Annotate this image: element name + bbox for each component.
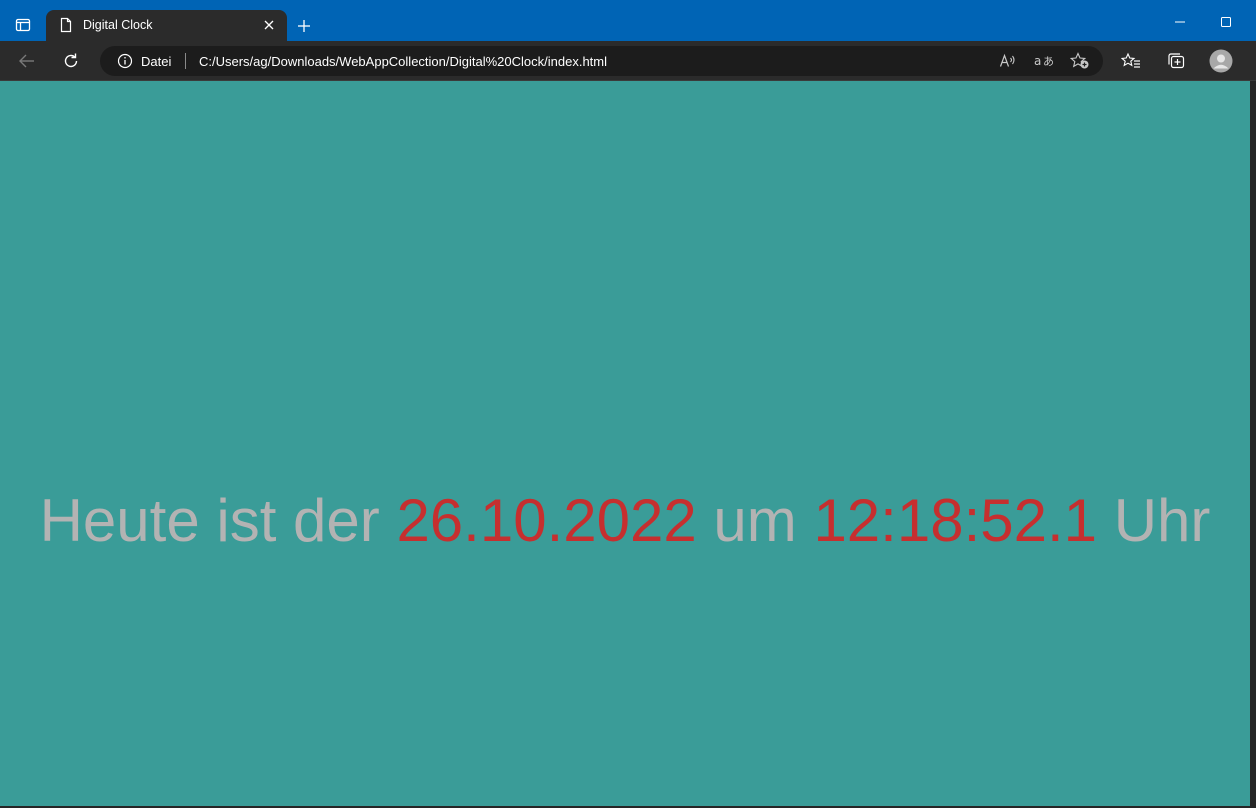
clock-prefix: Heute ist der: [39, 487, 380, 554]
translate-button[interactable]: a あ: [1034, 51, 1054, 71]
profile-avatar-icon: [1209, 49, 1233, 73]
tab-actions-button[interactable]: [8, 10, 38, 40]
collections-icon: [1168, 53, 1185, 69]
address-separator: [185, 53, 186, 69]
tab-title: Digital Clock: [83, 18, 153, 32]
page-viewport: Heute ist der 26.10.2022 um 12:18:52.1 U…: [0, 81, 1250, 806]
close-tab-button[interactable]: [261, 17, 277, 33]
protocol-label[interactable]: Datei: [141, 54, 171, 69]
new-tab-button[interactable]: [292, 14, 316, 38]
read-aloud-button[interactable]: [998, 51, 1018, 71]
clock-time: 12:18:52.1: [813, 487, 1098, 554]
info-icon[interactable]: [117, 53, 133, 69]
collections-button[interactable]: [1162, 47, 1190, 75]
refresh-icon: [64, 53, 78, 68]
favorites-button[interactable]: [1117, 47, 1145, 75]
plus-icon: [298, 20, 310, 32]
title-bar: Digital Clock: [0, 0, 1256, 41]
browser-toolbar: Datei C:/Users/ag/Downloads/WebAppCollec…: [0, 41, 1256, 81]
tab-actions-icon: [15, 18, 31, 32]
clock-date: 26.10.2022: [396, 487, 697, 554]
refresh-button[interactable]: [57, 47, 85, 75]
address-bar[interactable]: Datei C:/Users/ag/Downloads/WebAppCollec…: [100, 46, 1103, 76]
page-icon: [60, 17, 72, 33]
add-favorite-button[interactable]: [1070, 51, 1090, 71]
profile-button[interactable]: [1207, 47, 1235, 75]
svg-text:a: a: [1034, 54, 1041, 68]
clock-display: Heute ist der 26.10.2022 um 12:18:52.1 U…: [0, 486, 1250, 555]
minimize-button[interactable]: [1165, 10, 1195, 34]
add-favorite-icon: [1070, 52, 1089, 69]
back-button[interactable]: [13, 47, 41, 75]
maximize-button[interactable]: [1211, 10, 1241, 34]
minimize-icon: [1175, 21, 1185, 23]
translate-icon: a あ: [1034, 54, 1054, 68]
window-right-edge: [1250, 81, 1256, 808]
back-arrow-icon: [19, 54, 34, 68]
clock-suffix: Uhr: [1113, 487, 1211, 554]
clock-connector: um: [713, 487, 797, 554]
maximize-icon: [1221, 17, 1231, 27]
active-tab[interactable]: Digital Clock: [46, 10, 287, 41]
svg-text:あ: あ: [1043, 55, 1054, 68]
url-text[interactable]: C:/Users/ag/Downloads/WebAppCollection/D…: [199, 54, 607, 69]
read-aloud-icon: [999, 53, 1015, 67]
favorites-icon: [1121, 52, 1140, 68]
close-icon: [264, 20, 274, 30]
